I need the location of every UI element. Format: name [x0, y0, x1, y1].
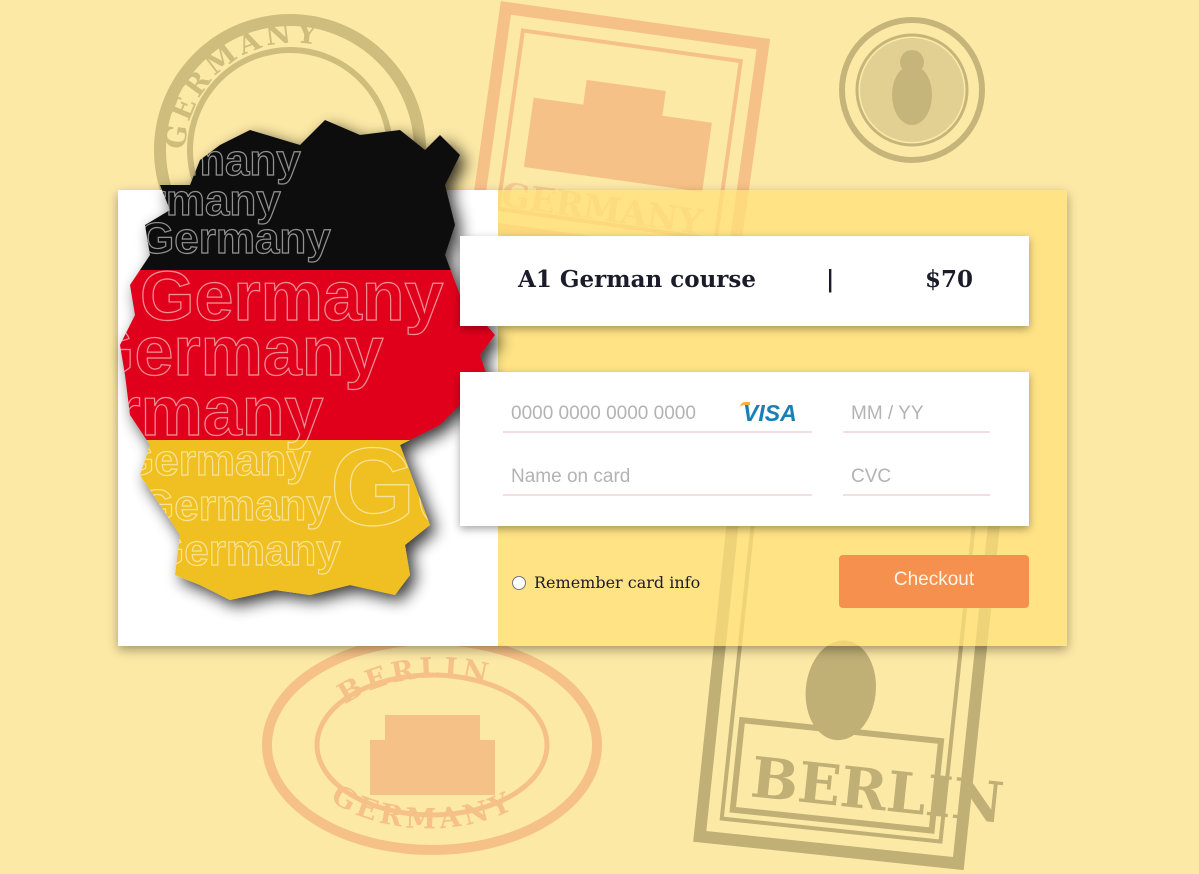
visa-logo-icon: VISA [743, 400, 797, 426]
remember-card-radio[interactable] [512, 575, 526, 590]
map-word: Germany [150, 526, 341, 575]
map-word: Germany [120, 436, 311, 485]
checkout-button[interactable]: Checkout [839, 555, 1029, 608]
name-on-card-input[interactable] [503, 460, 812, 496]
product-price: $70 [925, 266, 974, 293]
map-word: Germany [140, 214, 331, 263]
cvc-input[interactable] [843, 460, 990, 496]
map-word: Germany [140, 481, 331, 530]
product-summary: A1 German course | $70 [460, 236, 1029, 326]
expiry-input[interactable] [843, 397, 990, 433]
berlin-bear-stamp [839, 17, 985, 163]
remember-card-option[interactable]: Remember card info [512, 573, 700, 592]
remember-card-label: Remember card info [534, 573, 701, 592]
product-name: A1 German course [518, 266, 756, 293]
product-separator: | [826, 266, 835, 293]
payment-form: VISA [460, 372, 1029, 526]
